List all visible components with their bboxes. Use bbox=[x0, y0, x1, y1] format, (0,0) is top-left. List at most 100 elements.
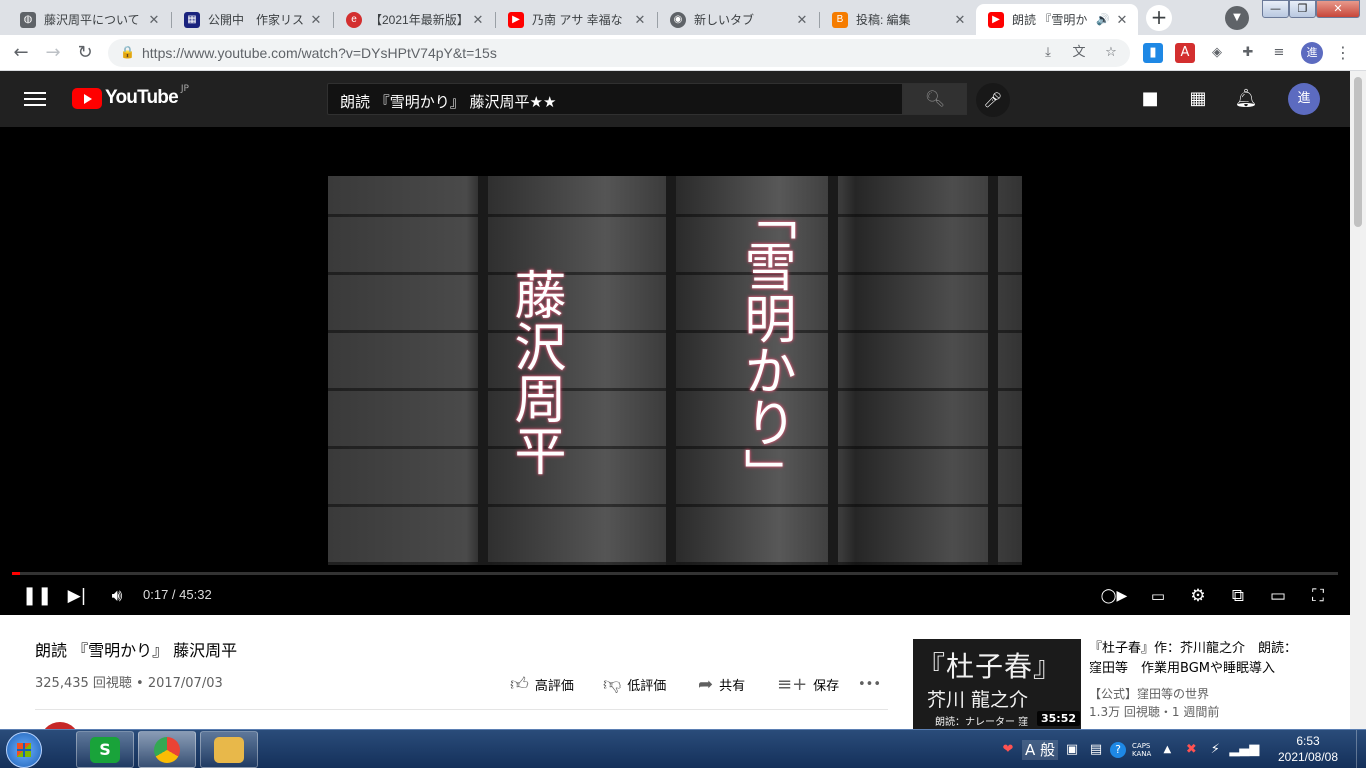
browser-tab[interactable]: ▦ 公開中 作家リス ✕ bbox=[172, 4, 332, 35]
fullscreen-icon[interactable]: ⛶ bbox=[1306, 584, 1330, 608]
bookmark-star-icon[interactable]: ☆ bbox=[1101, 43, 1121, 63]
share-label: 共有 bbox=[719, 678, 746, 694]
start-button[interactable] bbox=[6, 732, 42, 768]
show-hidden-icons-icon[interactable]: ▲ bbox=[1157, 740, 1177, 760]
close-tab-icon[interactable]: ✕ bbox=[470, 12, 486, 28]
save-button[interactable]: ≡+ 保存 bbox=[777, 672, 839, 696]
page-scrollbar[interactable] bbox=[1350, 71, 1366, 729]
dislike-button[interactable]: 👎︎ 低評価 bbox=[603, 672, 666, 696]
next-video-icon[interactable]: ▶| bbox=[64, 584, 90, 608]
wood-plank-gap bbox=[666, 176, 676, 565]
translate-icon[interactable]: 文 bbox=[1069, 43, 1089, 63]
minimize-button[interactable]: — bbox=[1262, 0, 1289, 18]
browser-tab[interactable]: ◉ 新しいタブ ✕ bbox=[658, 4, 818, 35]
like-button[interactable]: 👍︎ 高評価 bbox=[510, 672, 574, 696]
new-tab-button[interactable]: + bbox=[1146, 5, 1172, 31]
extensions-puzzle-icon[interactable]: ✚ bbox=[1238, 43, 1258, 63]
back-icon[interactable]: ← bbox=[8, 40, 34, 66]
video-frame[interactable]: 「雪明かり」 藤沢周平 bbox=[328, 176, 1022, 565]
more-actions-icon[interactable]: ••• bbox=[858, 672, 881, 696]
forward-icon[interactable]: → bbox=[40, 40, 66, 66]
address-bar[interactable]: 🔒 https://www.youtube.com/watch?v=DYsHPt… bbox=[108, 39, 1130, 67]
dropbox-icon[interactable]: ◈ bbox=[1207, 43, 1227, 63]
ime-dictionary-icon[interactable]: ▤ bbox=[1086, 740, 1106, 760]
browser-tab[interactable]: e 【2021年最新版】 ✕ bbox=[334, 4, 494, 35]
settings-gear-icon[interactable]: ⚙ bbox=[1186, 584, 1210, 608]
tab-search-icon[interactable]: ▼ bbox=[1225, 6, 1249, 30]
apps-grid-icon[interactable]: ▦ bbox=[1186, 87, 1210, 111]
region-code: JP bbox=[180, 84, 189, 94]
notification-icon[interactable]: ❤ bbox=[998, 740, 1018, 760]
youtube-logo[interactable]: YouTube JP bbox=[72, 84, 189, 109]
taskbar-app-s[interactable]: S bbox=[76, 731, 134, 768]
maximize-button[interactable]: ❐ bbox=[1289, 0, 1316, 18]
power-plug-icon[interactable]: ⚡ bbox=[1205, 740, 1225, 760]
wood-plank-gap bbox=[988, 176, 998, 565]
kana-label: KANA bbox=[1132, 749, 1152, 758]
url-text[interactable]: https://www.youtube.com/watch?v=DYsHPtV7… bbox=[142, 45, 497, 61]
taskbar-app-explorer[interactable] bbox=[200, 731, 258, 768]
search-button[interactable]: 🔍︎ bbox=[903, 83, 967, 115]
audio-playing-icon[interactable]: 🔊 bbox=[1096, 13, 1110, 26]
search-input[interactable]: 朗読 『雪明かり』 藤沢周平★★ bbox=[327, 83, 903, 115]
notifications-bell-icon[interactable]: 🔔︎ bbox=[1234, 87, 1258, 111]
wood-plank-gap bbox=[478, 176, 488, 565]
miniplayer-icon[interactable]: ⧉ bbox=[1226, 584, 1250, 608]
save-label: 保存 bbox=[813, 678, 840, 694]
browser-tab[interactable]: ◍ 藤沢周平について ✕ bbox=[8, 4, 170, 35]
network-signal-icon[interactable]: ▂▄▆ bbox=[1229, 740, 1259, 760]
safely-remove-hardware-icon[interactable]: ✖ bbox=[1181, 740, 1201, 760]
tab-label: 公開中 作家リス bbox=[208, 13, 305, 27]
dislike-label: 低評価 bbox=[627, 678, 667, 694]
pdf-extension-icon[interactable]: A bbox=[1175, 43, 1195, 63]
close-tab-icon[interactable]: ✕ bbox=[632, 12, 648, 28]
progress-bar[interactable] bbox=[12, 572, 1338, 575]
microphone-icon[interactable]: 🎤︎ bbox=[976, 83, 1010, 117]
lock-icon[interactable]: 🔒 bbox=[120, 45, 135, 59]
s-app-icon: S bbox=[90, 736, 120, 763]
close-tab-icon[interactable]: ✕ bbox=[952, 12, 968, 28]
video-player[interactable]: 「雪明かり」 藤沢周平 ❚❚ ▶| 🔊︎ 0:17 / 45:32 ◯▶ ▭ ⚙… bbox=[0, 127, 1350, 615]
ime-mode-indicator[interactable]: A 般 bbox=[1022, 739, 1059, 760]
profile-avatar[interactable]: 進 bbox=[1301, 42, 1323, 64]
tab-label: 新しいタブ bbox=[694, 13, 755, 27]
browser-tab[interactable]: ▶ 乃南 アサ 幸福な ✕ bbox=[496, 4, 656, 35]
folder-icon bbox=[214, 736, 244, 763]
close-window-button[interactable]: ✕ bbox=[1316, 0, 1360, 18]
account-avatar[interactable]: 進 bbox=[1288, 83, 1320, 115]
reload-icon[interactable]: ↻ bbox=[72, 40, 98, 66]
progress-fill bbox=[12, 572, 21, 575]
scrollbar-thumb[interactable] bbox=[1354, 77, 1362, 227]
autoplay-toggle[interactable]: ◯▶ bbox=[1098, 584, 1130, 608]
close-tab-icon[interactable]: ✕ bbox=[1114, 12, 1130, 28]
chrome-icon bbox=[154, 736, 180, 763]
share-button[interactable]: ➦ 共有 bbox=[698, 672, 745, 696]
close-tab-icon[interactable]: ✕ bbox=[794, 12, 810, 28]
bookmark-extension-icon[interactable]: ▮ bbox=[1143, 43, 1163, 63]
tab-label: 朗読 『雪明か bbox=[1012, 13, 1088, 27]
hamburger-menu-icon[interactable] bbox=[24, 88, 46, 110]
browser-tab-active[interactable]: ▶ 朗読 『雪明か 🔊 ✕ bbox=[976, 4, 1138, 35]
close-tab-icon[interactable]: ✕ bbox=[146, 12, 162, 28]
kebab-menu-icon[interactable]: ⋮ bbox=[1333, 41, 1353, 65]
close-tab-icon[interactable]: ✕ bbox=[308, 12, 324, 28]
pause-icon[interactable]: ❚❚ bbox=[22, 584, 52, 608]
ime-toolbar-icon[interactable]: ▣ bbox=[1062, 740, 1082, 760]
system-clock[interactable]: 6:53 2021/08/08 bbox=[1262, 733, 1354, 765]
show-desktop-button[interactable] bbox=[1356, 730, 1366, 769]
media-control-icon[interactable]: ≡ bbox=[1269, 43, 1289, 63]
taskbar-app-chrome[interactable] bbox=[138, 731, 196, 768]
help-icon[interactable]: ? bbox=[1110, 741, 1127, 758]
install-app-icon[interactable]: ⤓ bbox=[1038, 43, 1058, 63]
subtitles-icon[interactable]: ▭ bbox=[1146, 584, 1170, 608]
like-label: 高評価 bbox=[534, 678, 574, 694]
youtube-icon: ▶ bbox=[508, 11, 524, 28]
theater-mode-icon[interactable]: ▭ bbox=[1266, 584, 1290, 608]
tab-label: 藤沢周平について bbox=[44, 13, 140, 27]
volume-icon[interactable]: 🔊︎ bbox=[104, 584, 130, 608]
recommended-video-title[interactable]: 『杜子春』作：芥川龍之介 朗読：窪田等 作業用BGMや睡眠導入 bbox=[1089, 639, 1299, 679]
tab-label: 【2021年最新版】 bbox=[370, 13, 469, 27]
browser-tab[interactable]: B 投稿: 編集 ✕ bbox=[820, 4, 976, 35]
create-video-icon[interactable]: ■ bbox=[1138, 87, 1162, 111]
recommended-channel-name[interactable]: 【公式】窪田等の世界 bbox=[1089, 685, 1209, 702]
